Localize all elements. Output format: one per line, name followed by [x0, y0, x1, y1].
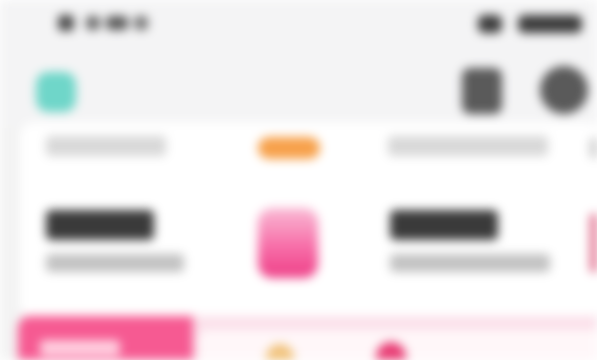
- avatar-icon[interactable]: [540, 66, 588, 114]
- feature-title-right: [390, 210, 498, 240]
- data-icon: [134, 16, 148, 30]
- promo-badge: [258, 137, 320, 159]
- promo-banner[interactable]: [18, 316, 597, 360]
- clock-block: [518, 15, 582, 33]
- status-bar-left: [58, 11, 148, 35]
- card-caption-left: [46, 136, 166, 156]
- banner-tab[interactable]: [18, 316, 193, 360]
- app-screen: [0, 0, 597, 360]
- feature-subtitle-left: [46, 254, 184, 272]
- battery-icon: [478, 15, 502, 33]
- list-icon[interactable]: [462, 68, 502, 114]
- status-bar-right: [478, 12, 597, 36]
- card-caption-right: [388, 136, 548, 156]
- mint-app-icon[interactable]: [36, 72, 76, 112]
- card-edge-mark: [590, 138, 597, 158]
- feature-title-left: [46, 210, 154, 240]
- card-edge-bar: [590, 214, 597, 272]
- network-icon: [106, 16, 128, 30]
- banner-tab-label: [40, 340, 120, 356]
- pink-document-icon[interactable]: [258, 208, 318, 278]
- header-area: [0, 0, 597, 128]
- wifi-icon: [86, 16, 100, 30]
- feature-subtitle-right: [390, 254, 550, 272]
- signal-icon: [58, 15, 74, 31]
